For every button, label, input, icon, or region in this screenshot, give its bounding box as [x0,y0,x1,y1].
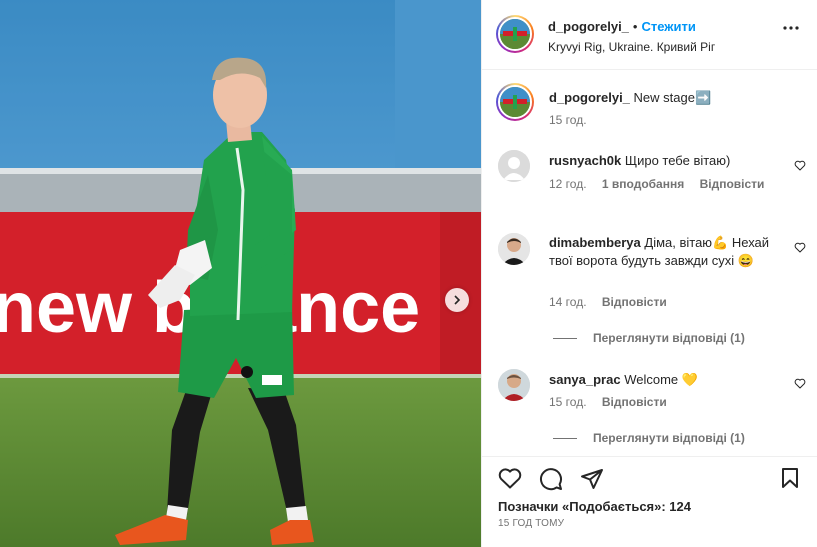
like-comment-icon[interactable] [794,378,806,389]
like-comment-icon[interactable] [794,160,806,171]
comment-avatar[interactable] [498,150,530,182]
post-location[interactable]: Kryvyi Rig, Ukraine. Кривий Ріг [548,40,715,54]
caption-avatar[interactable] [496,83,534,121]
save-bookmark-icon[interactable] [780,467,800,489]
comment-text: Щиро тебе вітаю) [624,153,731,168]
comment-item: dimabemberya Діма, вітаю💪 Нехай твої вор… [498,233,808,313]
comment-username[interactable]: dimabemberya [549,235,641,250]
author-username[interactable]: d_pogorelyi_ [548,19,629,34]
post-photo[interactable]: new balance [0,0,481,547]
share-icon[interactable] [580,467,604,491]
replies-divider-line [553,437,577,439]
post-time-ago[interactable]: 15 ГОД ТОМУ [498,518,564,529]
arrow-right-emoji: ➡️ [694,90,712,105]
reply-button[interactable]: Відповісти [700,177,765,191]
user-avatar-image [498,369,530,401]
default-avatar-icon [498,150,530,182]
avatar-image [500,87,530,117]
comment-avatar[interactable] [498,233,530,265]
post-header: d_pogorelyi_ • Стежити Kryvyi Rig, Ukrai… [482,0,817,70]
follow-button[interactable]: Стежити [641,19,695,34]
comment-item: rusnyach0k Щиро тебе вітаю) 12 год. 1 вп… [498,150,808,200]
comment-time[interactable]: 12 год. [549,177,587,191]
comment-time[interactable]: 15 год. [549,395,587,409]
like-comment-icon[interactable] [794,242,806,253]
caption-username[interactable]: d_pogorelyi_ [549,90,630,105]
goalkeeper-photo: new balance [0,0,481,547]
comment-text: Welcome 💛 [624,372,698,387]
avatar-image [500,19,530,49]
view-replies-label: Переглянути відповіді (1) [593,431,745,445]
comment-avatar[interactable] [498,369,530,401]
comment-icon[interactable] [539,467,563,491]
caption-time[interactable]: 15 год. [549,113,587,127]
replies-divider-line [553,337,577,339]
caption-item: d_pogorelyi_ New stage➡️ 15 год. [496,83,808,135]
reply-button[interactable]: Відповісти [602,395,667,409]
view-replies-label: Переглянути відповіді (1) [593,331,745,345]
caption-text: New stage [633,90,695,105]
comment-likes[interactable]: 1 вподобання [602,177,684,191]
comment-time[interactable]: 14 год. [549,295,587,309]
comment-username[interactable]: rusnyach0k [549,153,621,168]
reply-button[interactable]: Відповісти [602,295,667,309]
comments-section[interactable]: d_pogorelyi_ New stage➡️ 15 год. rusnyac… [482,71,817,456]
chevron-right-icon [454,295,461,305]
likes-count[interactable]: Позначки «Подобається»: 124 [498,499,691,514]
author-avatar[interactable] [496,15,534,53]
carousel-next-button[interactable] [445,288,469,312]
post-side-panel: d_pogorelyi_ • Стежити Kryvyi Rig, Ukrai… [481,0,817,547]
more-options-icon[interactable] [783,26,799,30]
comment-username[interactable]: sanya_prac [549,372,621,387]
comment-item: sanya_prac Welcome 💛 15 год. Відповісти [498,369,808,419]
view-replies-button[interactable]: Переглянути відповіді (1) [553,331,745,345]
view-replies-button[interactable]: Переглянути відповіді (1) [553,431,745,445]
separator-dot: • [632,19,638,34]
user-avatar-image [498,233,530,265]
post-actions: Позначки «Подобається»: 124 15 ГОД ТОМУ [482,456,817,547]
like-icon[interactable] [498,467,522,489]
